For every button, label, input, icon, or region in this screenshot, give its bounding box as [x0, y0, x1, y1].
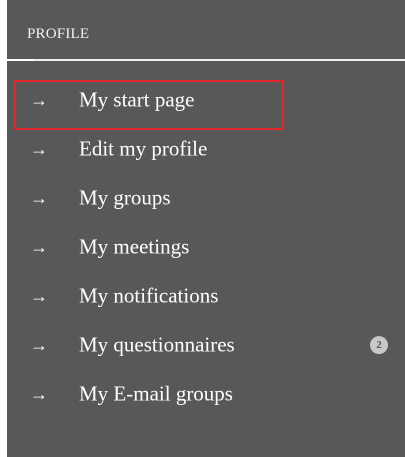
- arrow-right-icon: →: [30, 334, 48, 355]
- menu-item-groups[interactable]: → My groups: [7, 174, 405, 223]
- menu-item-questionnaires[interactable]: → My questionnaires 2: [7, 321, 405, 370]
- menu-item-label: My E-mail groups: [79, 381, 233, 406]
- divider: [7, 59, 405, 61]
- divider-line: [34, 59, 405, 61]
- menu-item-label: My meetings: [79, 234, 190, 259]
- menu-item-label: Edit my profile: [79, 136, 208, 161]
- menu-item-edit-profile[interactable]: → Edit my profile: [7, 125, 405, 174]
- arrow-right-icon: →: [30, 236, 48, 257]
- arrow-right-icon: →: [30, 138, 48, 159]
- arrow-right-icon: →: [30, 285, 48, 306]
- menu-item-email-groups[interactable]: → My E-mail groups: [7, 370, 405, 419]
- section-heading: PROFILE: [27, 26, 90, 42]
- menu-item-label: My questionnaires: [79, 332, 235, 357]
- arrow-right-icon: →: [30, 89, 48, 110]
- menu-item-notifications[interactable]: → My notifications: [7, 272, 405, 321]
- profile-menu: → My start page → Edit my profile → My g…: [7, 76, 405, 419]
- menu-item-label: My groups: [79, 185, 171, 210]
- arrow-right-icon: →: [30, 187, 48, 208]
- menu-item-label: My notifications: [79, 283, 219, 308]
- menu-item-meetings[interactable]: → My meetings: [7, 223, 405, 272]
- menu-item-start-page[interactable]: → My start page: [7, 76, 405, 125]
- arrow-right-icon: →: [30, 383, 48, 404]
- count-badge: 2: [370, 335, 388, 354]
- menu-item-label: My start page: [79, 87, 195, 112]
